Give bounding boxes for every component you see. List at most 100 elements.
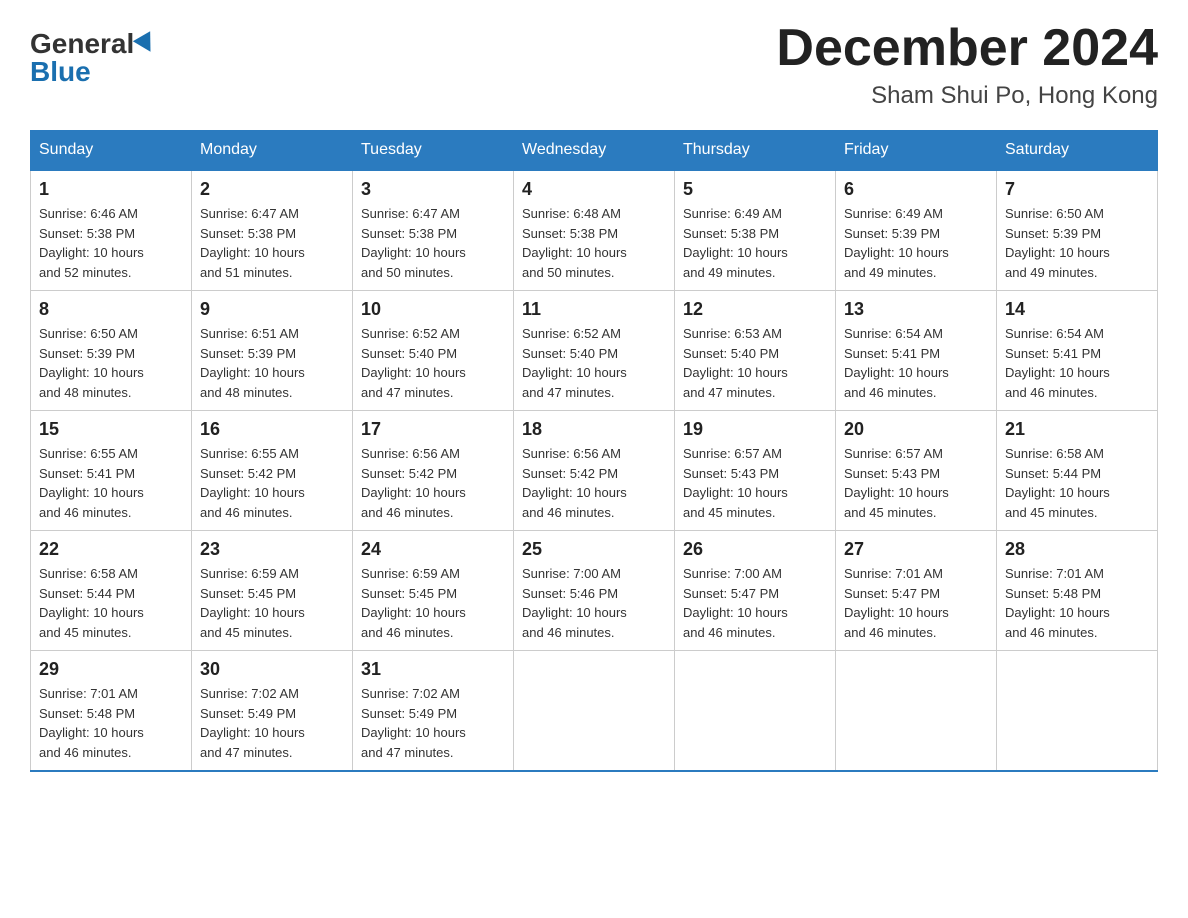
day-info: Sunrise: 7:01 AMSunset: 5:48 PMDaylight:…: [39, 684, 183, 762]
calendar-cell: 23 Sunrise: 6:59 AMSunset: 5:45 PMDayligh…: [192, 531, 353, 651]
calendar-cell: 12 Sunrise: 6:53 AMSunset: 5:40 PMDayligh…: [675, 291, 836, 411]
day-number: 21: [1005, 419, 1149, 440]
day-number: 30: [200, 659, 344, 680]
day-info: Sunrise: 6:52 AMSunset: 5:40 PMDaylight:…: [522, 324, 666, 402]
day-info: Sunrise: 7:00 AMSunset: 5:47 PMDaylight:…: [683, 564, 827, 642]
day-number: 28: [1005, 539, 1149, 560]
location-title: Sham Shui Po, Hong Kong: [776, 82, 1158, 110]
calendar-cell: 16 Sunrise: 6:55 AMSunset: 5:42 PMDayligh…: [192, 411, 353, 531]
header: General Blue December 2024 Sham Shui Po,…: [30, 20, 1158, 110]
day-info: Sunrise: 6:46 AMSunset: 5:38 PMDaylight:…: [39, 204, 183, 282]
week-row-2: 8Sunrise: 6:50 AMSunset: 5:39 PMDaylight…: [31, 291, 1158, 411]
calendar-cell: 7 Sunrise: 6:50 AMSunset: 5:39 PMDaylight…: [997, 170, 1158, 291]
calendar-cell: [836, 651, 997, 772]
day-number: 22: [39, 539, 183, 560]
day-number: 1: [39, 179, 183, 200]
day-info: Sunrise: 7:02 AMSunset: 5:49 PMDaylight:…: [361, 684, 505, 762]
header-friday: Friday: [836, 131, 997, 171]
calendar-header-row: SundayMondayTuesdayWednesdayThursdayFrid…: [31, 131, 1158, 171]
day-number: 8: [39, 299, 183, 320]
day-number: 27: [844, 539, 988, 560]
header-wednesday: Wednesday: [514, 131, 675, 171]
calendar-cell: 29 Sunrise: 7:01 AMSunset: 5:48 PMDayligh…: [31, 651, 192, 772]
day-info: Sunrise: 6:55 AMSunset: 5:42 PMDaylight:…: [200, 444, 344, 522]
day-number: 31: [361, 659, 505, 680]
day-number: 11: [522, 299, 666, 320]
calendar-cell: [514, 651, 675, 772]
day-info: Sunrise: 6:57 AMSunset: 5:43 PMDaylight:…: [844, 444, 988, 522]
day-info: Sunrise: 6:48 AMSunset: 5:38 PMDaylight:…: [522, 204, 666, 282]
calendar-cell: 8Sunrise: 6:50 AMSunset: 5:39 PMDaylight…: [31, 291, 192, 411]
day-info: Sunrise: 6:53 AMSunset: 5:40 PMDaylight:…: [683, 324, 827, 402]
calendar-cell: 10 Sunrise: 6:52 AMSunset: 5:40 PMDayligh…: [353, 291, 514, 411]
calendar-cell: 14Sunrise: 6:54 AMSunset: 5:41 PMDayligh…: [997, 291, 1158, 411]
logo: General Blue: [30, 30, 156, 86]
day-info: Sunrise: 6:55 AMSunset: 5:41 PMDaylight:…: [39, 444, 183, 522]
header-saturday: Saturday: [997, 131, 1158, 171]
logo-triangle-icon: [133, 31, 159, 57]
day-number: 3: [361, 179, 505, 200]
day-number: 2: [200, 179, 344, 200]
day-number: 26: [683, 539, 827, 560]
day-number: 4: [522, 179, 666, 200]
day-number: 17: [361, 419, 505, 440]
calendar-cell: 21 Sunrise: 6:58 AMSunset: 5:44 PMDayligh…: [997, 411, 1158, 531]
title-area: December 2024 Sham Shui Po, Hong Kong: [776, 20, 1158, 110]
day-number: 15: [39, 419, 183, 440]
header-sunday: Sunday: [31, 131, 192, 171]
calendar-cell: 19Sunrise: 6:57 AMSunset: 5:43 PMDayligh…: [675, 411, 836, 531]
day-number: 10: [361, 299, 505, 320]
day-number: 7: [1005, 179, 1149, 200]
day-info: Sunrise: 6:56 AMSunset: 5:42 PMDaylight:…: [522, 444, 666, 522]
calendar-cell: 6 Sunrise: 6:49 AMSunset: 5:39 PMDaylight…: [836, 170, 997, 291]
day-number: 6: [844, 179, 988, 200]
month-title: December 2024: [776, 20, 1158, 77]
calendar-table: SundayMondayTuesdayWednesdayThursdayFrid…: [30, 130, 1158, 772]
day-info: Sunrise: 6:50 AMSunset: 5:39 PMDaylight:…: [1005, 204, 1149, 282]
day-info: Sunrise: 6:58 AMSunset: 5:44 PMDaylight:…: [1005, 444, 1149, 522]
day-info: Sunrise: 6:57 AMSunset: 5:43 PMDaylight:…: [683, 444, 827, 522]
calendar-cell: 18 Sunrise: 6:56 AMSunset: 5:42 PMDayligh…: [514, 411, 675, 531]
calendar-cell: [675, 651, 836, 772]
day-info: Sunrise: 6:49 AMSunset: 5:38 PMDaylight:…: [683, 204, 827, 282]
day-number: 18: [522, 419, 666, 440]
calendar-cell: 3 Sunrise: 6:47 AMSunset: 5:38 PMDaylight…: [353, 170, 514, 291]
day-info: Sunrise: 7:01 AMSunset: 5:47 PMDaylight:…: [844, 564, 988, 642]
day-info: Sunrise: 6:58 AMSunset: 5:44 PMDaylight:…: [39, 564, 183, 642]
day-number: 25: [522, 539, 666, 560]
calendar-cell: 30 Sunrise: 7:02 AMSunset: 5:49 PMDayligh…: [192, 651, 353, 772]
logo-blue-text: Blue: [30, 58, 156, 86]
calendar-cell: 15 Sunrise: 6:55 AMSunset: 5:41 PMDayligh…: [31, 411, 192, 531]
header-thursday: Thursday: [675, 131, 836, 171]
calendar-cell: 26 Sunrise: 7:00 AMSunset: 5:47 PMDayligh…: [675, 531, 836, 651]
calendar-cell: 27 Sunrise: 7:01 AMSunset: 5:47 PMDayligh…: [836, 531, 997, 651]
day-info: Sunrise: 7:02 AMSunset: 5:49 PMDaylight:…: [200, 684, 344, 762]
day-number: 29: [39, 659, 183, 680]
day-info: Sunrise: 6:52 AMSunset: 5:40 PMDaylight:…: [361, 324, 505, 402]
calendar-cell: 5Sunrise: 6:49 AMSunset: 5:38 PMDaylight…: [675, 170, 836, 291]
day-info: Sunrise: 6:59 AMSunset: 5:45 PMDaylight:…: [361, 564, 505, 642]
day-info: Sunrise: 7:01 AMSunset: 5:48 PMDaylight:…: [1005, 564, 1149, 642]
day-info: Sunrise: 6:47 AMSunset: 5:38 PMDaylight:…: [200, 204, 344, 282]
header-monday: Monday: [192, 131, 353, 171]
day-number: 12: [683, 299, 827, 320]
day-info: Sunrise: 6:51 AMSunset: 5:39 PMDaylight:…: [200, 324, 344, 402]
day-info: Sunrise: 6:54 AMSunset: 5:41 PMDaylight:…: [844, 324, 988, 402]
day-number: 14: [1005, 299, 1149, 320]
day-info: Sunrise: 6:47 AMSunset: 5:38 PMDaylight:…: [361, 204, 505, 282]
calendar-cell: 2 Sunrise: 6:47 AMSunset: 5:38 PMDaylight…: [192, 170, 353, 291]
calendar-cell: 9Sunrise: 6:51 AMSunset: 5:39 PMDaylight…: [192, 291, 353, 411]
day-number: 23: [200, 539, 344, 560]
week-row-3: 15 Sunrise: 6:55 AMSunset: 5:41 PMDayligh…: [31, 411, 1158, 531]
day-info: Sunrise: 6:49 AMSunset: 5:39 PMDaylight:…: [844, 204, 988, 282]
calendar-cell: 25Sunrise: 7:00 AMSunset: 5:46 PMDayligh…: [514, 531, 675, 651]
day-number: 20: [844, 419, 988, 440]
header-tuesday: Tuesday: [353, 131, 514, 171]
calendar-cell: 11 Sunrise: 6:52 AMSunset: 5:40 PMDayligh…: [514, 291, 675, 411]
calendar-cell: 4 Sunrise: 6:48 AMSunset: 5:38 PMDaylight…: [514, 170, 675, 291]
day-number: 16: [200, 419, 344, 440]
week-row-4: 22 Sunrise: 6:58 AMSunset: 5:44 PMDayligh…: [31, 531, 1158, 651]
day-number: 13: [844, 299, 988, 320]
logo-general-text: General: [30, 30, 134, 58]
day-info: Sunrise: 6:59 AMSunset: 5:45 PMDaylight:…: [200, 564, 344, 642]
